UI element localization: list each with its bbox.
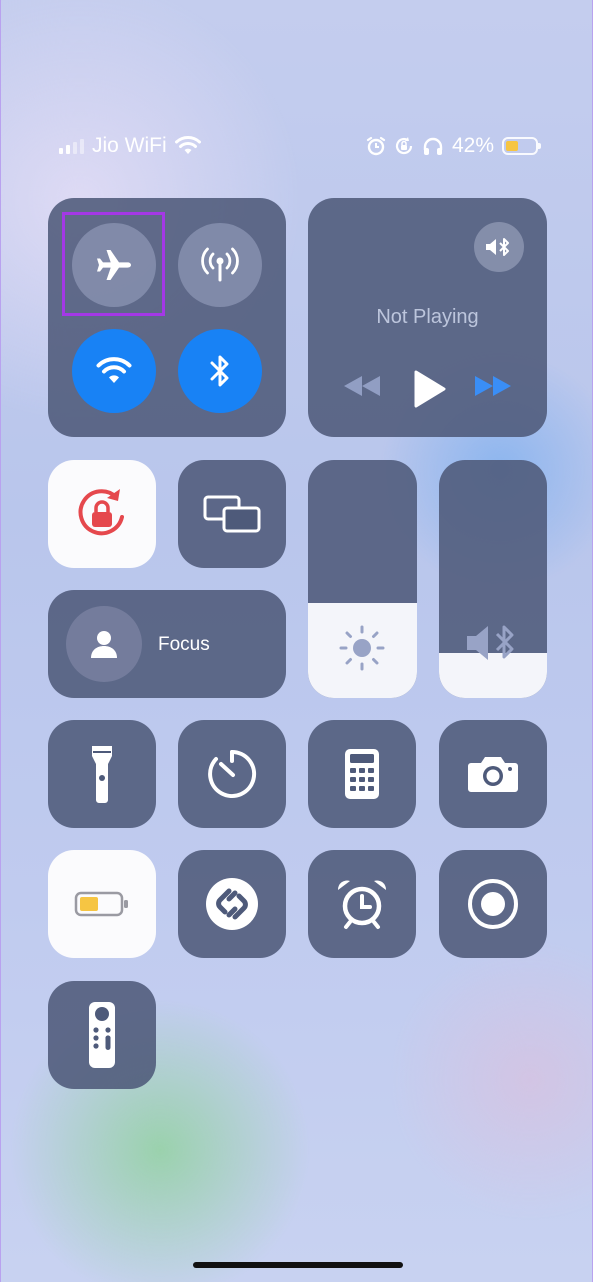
wifi-icon bbox=[96, 357, 132, 383]
bluetooth-toggle[interactable] bbox=[178, 329, 262, 413]
fast-forward-icon bbox=[475, 376, 511, 396]
screen-recording-icon bbox=[468, 879, 518, 929]
alarm-button[interactable] bbox=[308, 850, 416, 958]
wifi-toggle[interactable] bbox=[72, 329, 156, 413]
next-track-button[interactable] bbox=[473, 374, 513, 403]
rotation-lock-button[interactable] bbox=[48, 460, 156, 568]
low-power-mode-button[interactable] bbox=[48, 850, 156, 958]
alarm-icon bbox=[366, 136, 386, 156]
volume-slider[interactable] bbox=[439, 460, 547, 698]
rewind-icon bbox=[344, 376, 380, 396]
battery-percent: 42% bbox=[451, 134, 494, 157]
focus-button[interactable]: Focus bbox=[48, 590, 286, 698]
timer-button[interactable] bbox=[178, 720, 286, 828]
camera-icon bbox=[468, 757, 518, 792]
timer-icon bbox=[208, 749, 257, 798]
audio-output-button[interactable] bbox=[474, 222, 524, 272]
apple-tv-remote-button[interactable] bbox=[48, 981, 156, 1089]
shazam-icon bbox=[206, 878, 258, 930]
cellular-data-icon bbox=[201, 247, 239, 282]
play-button[interactable] bbox=[412, 370, 446, 413]
wifi-status-icon bbox=[174, 136, 201, 154]
shazam-button[interactable] bbox=[178, 850, 286, 958]
focus-label: Focus bbox=[158, 634, 210, 655]
low-power-mode-icon bbox=[74, 891, 128, 917]
status-bar: Jio WiFi 42% bbox=[1, 134, 593, 160]
flashlight-icon bbox=[92, 746, 112, 803]
apple-tv-remote-icon bbox=[89, 1002, 115, 1068]
play-icon bbox=[414, 370, 446, 408]
carrier-name: Jio WiFi bbox=[92, 134, 167, 157]
person-icon bbox=[91, 631, 117, 658]
battery-icon bbox=[502, 137, 541, 155]
brightness-icon bbox=[337, 623, 387, 678]
brightness-slider[interactable] bbox=[308, 460, 417, 698]
home-indicator[interactable] bbox=[193, 1262, 403, 1268]
previous-track-button[interactable] bbox=[342, 374, 382, 403]
status-right: 42% bbox=[366, 134, 541, 158]
screen-recording-button[interactable] bbox=[439, 850, 547, 958]
rotation-lock-icon bbox=[78, 489, 124, 536]
alarm-icon bbox=[337, 880, 387, 929]
screen-mirroring-button[interactable] bbox=[178, 460, 286, 568]
calculator-icon bbox=[345, 749, 379, 799]
battery-level bbox=[506, 141, 518, 151]
rotation-lock-icon bbox=[395, 137, 413, 155]
signal-icon bbox=[59, 138, 84, 154]
now-playing-status: Not Playing bbox=[376, 306, 479, 328]
headphones-icon bbox=[423, 137, 443, 155]
status-left: Jio WiFi bbox=[59, 134, 201, 158]
flashlight-button[interactable] bbox=[48, 720, 156, 828]
screen-mirroring-icon bbox=[203, 495, 261, 533]
focus-icon-circle bbox=[66, 606, 142, 682]
calculator-button[interactable] bbox=[308, 720, 416, 828]
airplane-highlight-box bbox=[62, 212, 165, 316]
cellular-data-toggle[interactable] bbox=[178, 223, 262, 307]
audio-output-icon bbox=[486, 238, 509, 256]
bluetooth-icon bbox=[210, 355, 229, 387]
camera-button[interactable] bbox=[439, 720, 547, 828]
volume-icon bbox=[465, 623, 521, 668]
now-playing-module[interactable]: Not Playing bbox=[308, 198, 547, 437]
